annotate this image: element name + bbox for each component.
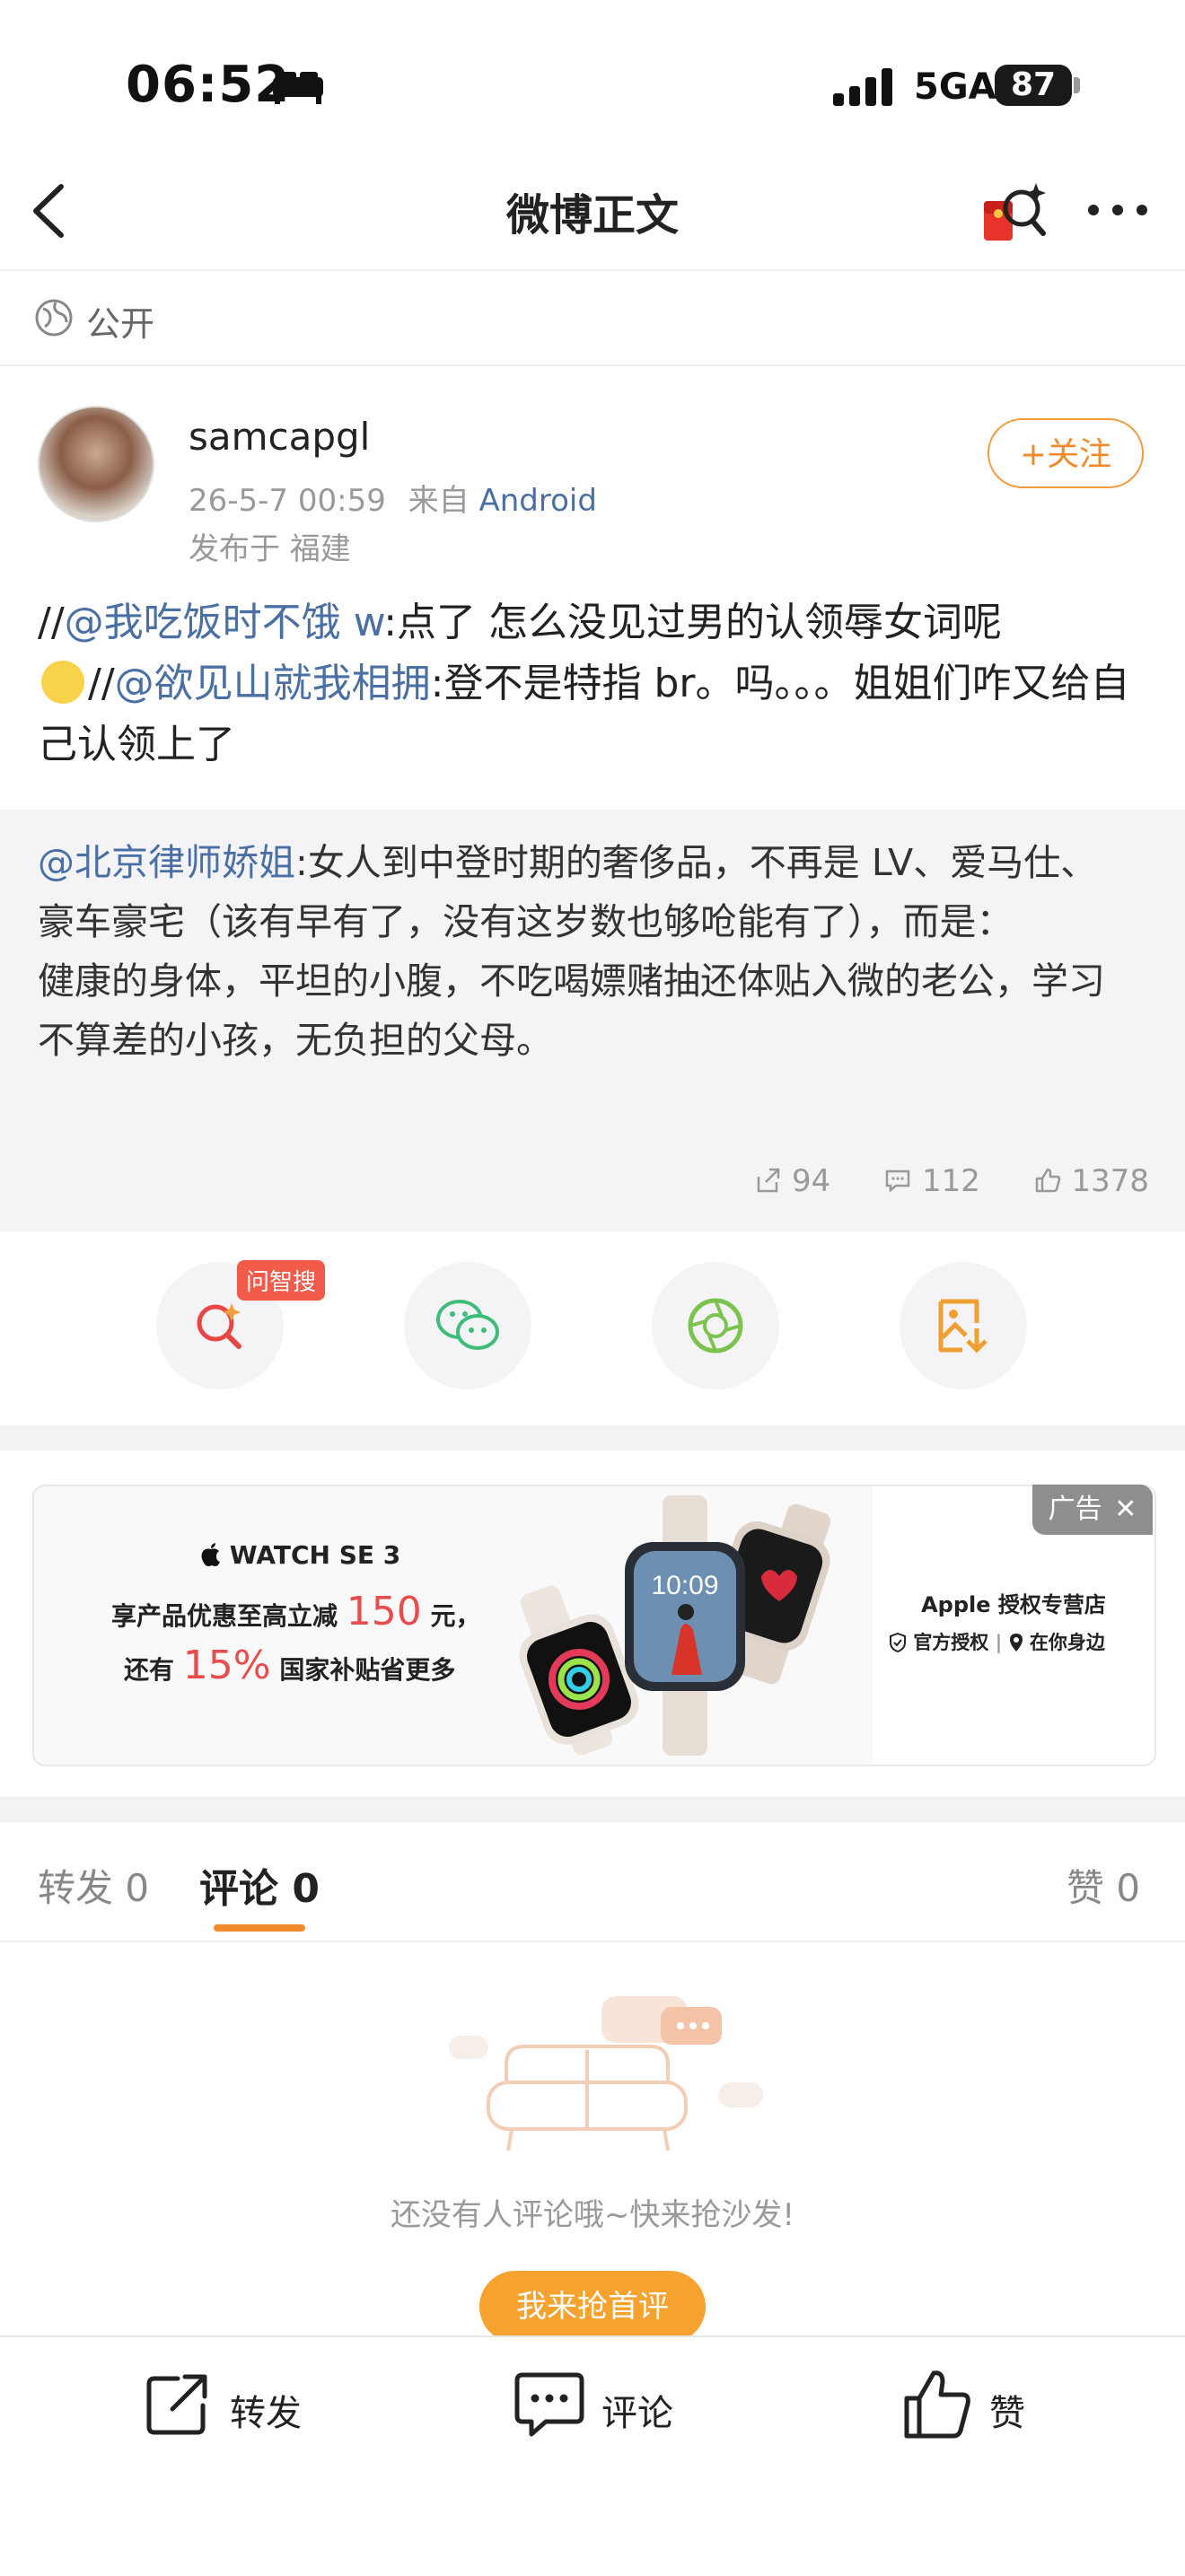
bottom-like-button[interactable]: 赞: [901, 2366, 1045, 2441]
battery-cap: [1074, 77, 1080, 93]
quoted-text: @北京律师娇姐:女人到中登时期的奢侈品，不再是 LV、爱马仕、豪车豪宅（该有早有…: [38, 833, 1124, 1070]
follow-button[interactable]: +关注: [988, 418, 1144, 488]
ad-line-1: 享产品优惠至高立减 150 元，: [111, 1589, 481, 1634]
network-label: 5GA: [914, 66, 996, 108]
source-prefix: 来自: [408, 483, 470, 519]
section-separator: [0, 1425, 1185, 1450]
ad-brand: WATCH SE 3: [201, 1540, 400, 1570]
post-text: //@我吃饭时不饿 w:点了 怎么没见过男的认领辱女词呢//@欲见山就我相拥:登…: [38, 592, 1151, 775]
wechat-icon: [436, 1300, 499, 1350]
bottom-comment-button[interactable]: 评论: [514, 2370, 693, 2441]
thumbs-up-icon: [1035, 1168, 1060, 1193]
tab-indicator: [214, 1924, 305, 1932]
status-time: 06:52: [126, 56, 291, 114]
location-pin-icon: [1009, 1634, 1023, 1652]
like-count[interactable]: 1378: [1033, 1163, 1149, 1199]
avatar[interactable]: [38, 406, 154, 522]
moments-icon: [688, 1298, 743, 1354]
ai-search-icon: [197, 1303, 241, 1349]
empty-sofa-illustration: [449, 1996, 763, 2151]
visibility-label: 公开: [86, 304, 155, 344]
repost-prefix: //: [38, 600, 65, 645]
post-datetime: 26-5-7 00:59: [189, 483, 386, 519]
image-download-icon: [938, 1299, 988, 1354]
watch-product-image: 10:09: [519, 1495, 831, 1756]
comment-count[interactable]: 112: [883, 1163, 980, 1199]
close-icon: ✕: [1114, 1494, 1137, 1525]
ad-banner[interactable]: WATCH SE 3 享产品优惠至高立减 150 元， 还有 15% 国家补贴省…: [32, 1485, 1156, 1766]
bottom-repost-button[interactable]: 转发: [144, 2370, 323, 2441]
ad-line-2: 还有 15% 国家补贴省更多: [124, 1643, 456, 1688]
section-separator: [0, 1797, 1185, 1822]
post-segment: :点了 怎么没见过男的认领辱女词呢: [383, 600, 1003, 645]
quoted-stats: 94 112 1378: [0, 1163, 1149, 1199]
author-name[interactable]: samcapgl: [189, 415, 370, 459]
divider: [0, 269, 1185, 271]
comment-icon: [885, 1170, 910, 1193]
apple-logo-icon: [201, 1543, 220, 1566]
comment-bubble-icon: [514, 2372, 584, 2437]
tab-repost[interactable]: 转发 0: [38, 1858, 149, 1913]
signal-icon: [833, 68, 892, 106]
share-icon: [757, 1168, 780, 1193]
divider: [0, 1941, 1185, 1942]
repost-count[interactable]: 94: [753, 1163, 830, 1199]
divider: [0, 364, 1185, 366]
battery-indicator: 87: [995, 65, 1072, 106]
repost-prefix: //: [88, 661, 115, 706]
shield-check-icon: [890, 1632, 906, 1653]
ai-search-tag: 问智搜: [237, 1260, 326, 1301]
bed-icon: [273, 72, 323, 104]
ad-close-tag[interactable]: 广告 ✕: [1032, 1485, 1153, 1535]
mention-link[interactable]: @我吃饭时不饿 w: [65, 600, 384, 645]
smile-emoji-icon: [41, 661, 84, 704]
tab-like[interactable]: 赞 0: [1066, 1858, 1140, 1913]
watch-time-text: 10:09: [651, 1571, 718, 1600]
more-icon[interactable]: [1086, 199, 1149, 221]
like-icon: [904, 2370, 970, 2439]
quoted-segment: 健康的身体，平坦的小腹，不吃喝嫖赌抽还体贴入微的老公，学习不算差的小孩，无负担的…: [38, 959, 1105, 1062]
mention-link[interactable]: @北京律师娇姐: [38, 841, 295, 884]
tab-comment[interactable]: 评论 0: [199, 1856, 320, 1914]
source-link[interactable]: Android: [478, 483, 596, 519]
empty-message: 还没有人评论哦~快来抢沙发!: [390, 2197, 795, 2233]
repost-icon: [146, 2374, 207, 2435]
globe-icon: [35, 299, 73, 337]
red-packet-search-icon[interactable]: [980, 178, 1052, 246]
post-meta: 26-5-7 00:59 来自 Android: [189, 476, 597, 520]
first-comment-button[interactable]: 我来抢首评: [479, 2271, 706, 2343]
ad-store-sub: 官方授权 | 在你身边: [889, 1628, 1105, 1655]
mention-link[interactable]: @欲见山就我相拥: [115, 661, 431, 706]
ad-store-name: Apple 授权专营店: [921, 1592, 1106, 1617]
post-location: 发布于 福建: [189, 531, 351, 567]
